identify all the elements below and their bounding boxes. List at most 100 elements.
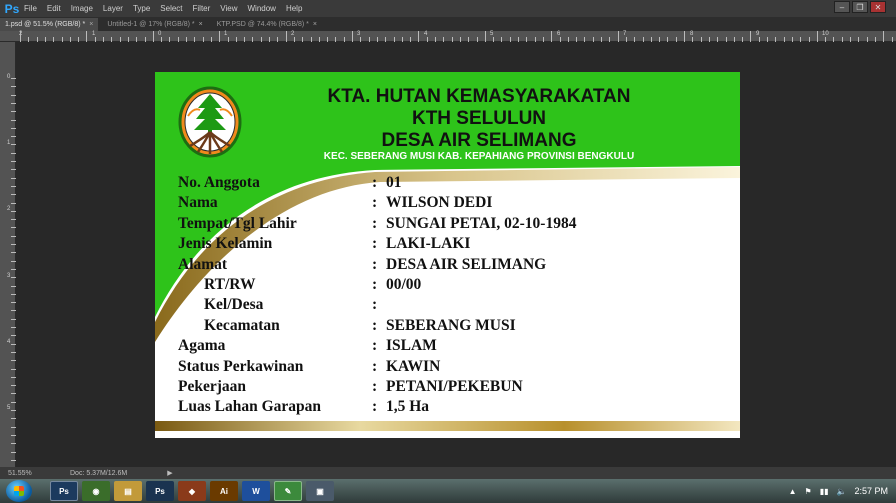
- taskbar-chrome-icon[interactable]: ◉: [82, 481, 110, 501]
- ruler-tick: [11, 343, 16, 345]
- clock[interactable]: 2:57 PM: [854, 486, 888, 496]
- menu-help[interactable]: Help: [286, 4, 302, 13]
- ruler-tick: [684, 31, 685, 42]
- menu-filter[interactable]: Filter: [193, 4, 211, 13]
- field-value: LAKI-LAKI: [386, 235, 471, 253]
- network-icon[interactable]: ▮▮: [820, 487, 829, 496]
- ruler-tick: [800, 37, 802, 42]
- ruler-tick: [733, 37, 735, 42]
- field-value: ISLAM: [386, 337, 437, 355]
- menu-file[interactable]: File: [24, 4, 37, 13]
- ruler-tick: [11, 252, 16, 254]
- tab-untitled-1[interactable]: Untitled-1 @ 17% (RGB/8) * ×: [102, 18, 207, 31]
- taskbar-window-icon[interactable]: ▣: [306, 481, 334, 501]
- ruler-tick: [808, 37, 810, 42]
- show-hidden-icons-icon[interactable]: ▲: [789, 487, 797, 496]
- ruler-tick: [11, 227, 16, 229]
- volume-icon[interactable]: 🔈: [837, 487, 847, 496]
- menu-layer[interactable]: Layer: [103, 4, 123, 13]
- ruler-tick: [86, 31, 88, 42]
- ruler-tick: [443, 37, 445, 42]
- system-tray: ▲ ⚑ ▮▮ 🔈 2:57 PM: [789, 479, 888, 503]
- ruler-tick: [127, 37, 129, 42]
- field-label: Status Perkawinan: [178, 357, 304, 375]
- ruler-tick: [584, 37, 586, 42]
- status-menu-arrow-icon[interactable]: ▶: [167, 469, 172, 477]
- ruler-tick: [285, 31, 287, 42]
- menu-view[interactable]: View: [220, 4, 237, 13]
- ruler-tick: [11, 244, 16, 245]
- ruler-tick: [11, 443, 16, 445]
- menu-edit[interactable]: Edit: [47, 4, 61, 13]
- field-row: Luas Lahan Garapan : 1,5 Ha: [178, 398, 738, 418]
- ruler-tick: [642, 37, 644, 42]
- ruler-tick: [202, 37, 204, 42]
- tab-ktp-psd[interactable]: KTP.PSD @ 74.4% (RGB/8) * ×: [212, 18, 322, 31]
- ruler-tick: [111, 37, 113, 42]
- ruler-tick: [11, 177, 16, 179]
- ruler-tick: [601, 37, 602, 42]
- action-center-flag-icon[interactable]: ⚑: [805, 487, 812, 496]
- minimize-button[interactable]: –: [834, 1, 850, 13]
- taskbar-app-icon[interactable]: ◆: [178, 481, 206, 501]
- ruler-tick: [659, 37, 661, 42]
- tab-close-icon[interactable]: ×: [89, 21, 93, 28]
- ruler-tick: [210, 37, 212, 42]
- ruler-tick: [650, 37, 652, 42]
- ruler-tick: [11, 185, 16, 187]
- ruler-tick: [11, 368, 16, 370]
- field-colon: :: [372, 398, 378, 416]
- field-colon: :: [372, 255, 378, 273]
- ruler-tick: [302, 37, 304, 42]
- status-bar: 51.55% Doc: 5.37M/12.6M ▶: [0, 467, 896, 479]
- menu-image[interactable]: Image: [71, 4, 93, 13]
- tab-close-icon[interactable]: ×: [199, 21, 203, 28]
- ruler-tick: [94, 37, 96, 42]
- ruler-label: 3: [7, 273, 11, 279]
- ruler-tick: [11, 136, 16, 138]
- field-colon: :: [372, 377, 378, 395]
- ruler-tick: [20, 31, 21, 42]
- ruler-tick: [883, 31, 885, 42]
- taskbar-explorer-icon[interactable]: ▤: [114, 481, 142, 501]
- field-colon: :: [372, 337, 378, 355]
- taskbar-editor-icon[interactable]: ✎: [274, 481, 302, 501]
- ruler-tick: [44, 37, 46, 42]
- ruler-tick: [891, 37, 893, 42]
- ruler-tick: [53, 37, 55, 42]
- ruler-tick: [11, 161, 16, 162]
- ruler-tick: [360, 37, 362, 42]
- taskbar-word[interactable]: W: [242, 481, 270, 501]
- taskbar-photoshop-2[interactable]: Ps: [146, 481, 174, 501]
- ruler-tick: [634, 37, 636, 42]
- menu-select[interactable]: Select: [160, 4, 182, 13]
- ruler-tick: [368, 37, 370, 42]
- menu-window[interactable]: Window: [248, 4, 276, 13]
- close-button[interactable]: ✕: [870, 1, 886, 13]
- field-value: WILSON DEDI: [386, 194, 493, 212]
- restore-button[interactable]: ❐: [852, 1, 868, 13]
- tab-close-icon[interactable]: ×: [313, 21, 317, 28]
- ruler-tick: [376, 37, 378, 42]
- field-label: Pekerjaan: [178, 377, 247, 395]
- ruler-tick: [11, 202, 16, 204]
- ruler-tick: [11, 376, 16, 378]
- ruler-tick: [717, 37, 719, 42]
- field-label: Kel/Desa: [204, 296, 264, 314]
- field-label: Luas Lahan Garapan: [178, 398, 321, 416]
- ruler-tick: [501, 37, 503, 42]
- field-colon: :: [372, 214, 378, 232]
- menu-type[interactable]: Type: [133, 4, 150, 13]
- field-colon: :: [372, 316, 378, 334]
- ruler-tick: [609, 37, 611, 42]
- tab-1-psd[interactable]: 1.psd @ 51.5% (RGB/8) * ×: [0, 18, 99, 31]
- start-button[interactable]: [6, 480, 32, 502]
- taskbar-photoshop[interactable]: Ps: [50, 481, 78, 501]
- taskbar-illustrator[interactable]: Ai: [210, 481, 238, 501]
- ruler-tick: [11, 327, 16, 328]
- field-value: PETANI/PEKEBUN: [386, 377, 523, 395]
- zoom-level[interactable]: 51.55%: [0, 470, 40, 477]
- document-size: Doc: 5.37M/12.6M: [70, 469, 128, 477]
- ruler-tick: [144, 37, 146, 42]
- ruler-tick: [393, 37, 395, 42]
